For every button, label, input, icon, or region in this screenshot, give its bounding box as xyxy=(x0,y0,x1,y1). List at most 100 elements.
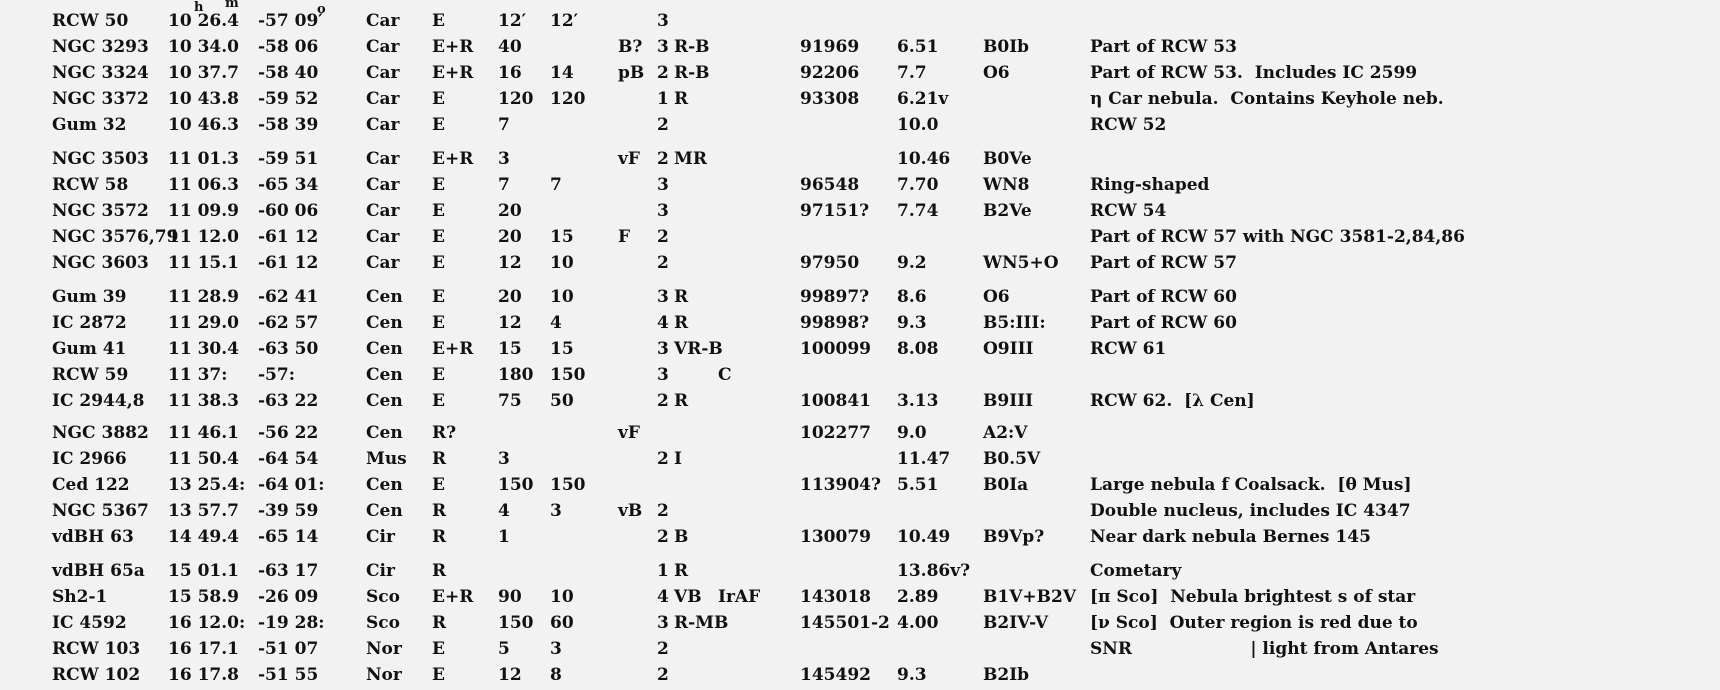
cell-dec: -62 41 xyxy=(258,287,319,307)
cell-ra: 15 58.9 xyxy=(168,587,239,607)
cell-magnitude: 9.2 xyxy=(897,253,927,273)
cell-spectral-type: B0Ia xyxy=(983,475,1029,495)
table-row: Sh2-1 15 58.9 -26 09 Sco E+R 90 10 4 VB IrAF 14301… xyxy=(0,584,1720,610)
cell-constellation: Cir xyxy=(366,527,395,547)
cell-dec: -63 22 xyxy=(258,391,319,411)
cell-type: E xyxy=(432,11,445,31)
cell-magnitude: 7.7 xyxy=(897,63,927,83)
table-row: IC 4592 16 12.0: -19 28: Sco R 150 60 3 R-MB 1455… xyxy=(0,610,1720,636)
cell-constellation: Cen xyxy=(366,313,403,333)
cell-magnitude: 7.70 xyxy=(897,175,939,195)
cell-magnitude: 5.51 xyxy=(897,475,939,495)
cell-constellation: Car xyxy=(366,63,400,83)
cell-type: E+R xyxy=(432,63,474,83)
cell-class: 4 xyxy=(657,587,669,607)
cell-object-name: NGC 3576,79 xyxy=(52,227,179,247)
cell-ra: 11 06.3 xyxy=(168,175,239,195)
cell-notes: [π Sco] Nebula brightest s of star xyxy=(1090,587,1416,607)
cell-dec: -57 09′ xyxy=(258,11,323,31)
cell-type: E xyxy=(432,665,445,685)
cell-type: R xyxy=(432,561,447,581)
table-row: RCW 58 11 06.3 -65 34 Car E 7 7 3 96548 7.70 WN8 Ri… xyxy=(0,172,1720,198)
cell-type: E+R xyxy=(432,587,474,607)
cell-type: R? xyxy=(432,423,457,443)
cell-size-major: 20 xyxy=(498,201,522,221)
cell-ra: 10 37.7 xyxy=(168,63,239,83)
cell-ra: 10 46.3 xyxy=(168,115,239,135)
cell-class: 2 xyxy=(657,665,669,685)
cell-size-major: 120 xyxy=(498,89,534,109)
cell-object-name: Sh2-1 xyxy=(52,587,108,607)
table-row: NGC 3603 11 15.1 -61 12 Car E 12 10 2 97950 9.2 WN… xyxy=(0,250,1720,276)
cell-hd-number: 102277 xyxy=(800,423,871,443)
cell-object-name: IC 2872 xyxy=(52,313,127,333)
cell-notes: Part of RCW 53. Includes IC 2599 xyxy=(1090,63,1418,83)
cell-color: MR xyxy=(674,149,707,169)
cell-object-name: RCW 50 xyxy=(52,11,129,31)
cell-hd-number: 145501-2 xyxy=(800,613,890,633)
cell-brightness: vB xyxy=(618,501,643,521)
cell-size-major: 20 xyxy=(498,287,522,307)
cell-ra: 11 09.9 xyxy=(168,201,239,221)
table-row: NGC 3324 10 37.7 -58 40 Car E+R 16 14 pB 2 R-B 922… xyxy=(0,60,1720,86)
cell-hd-number: 113904? xyxy=(800,475,881,495)
cell-object-name: vdBH 65a xyxy=(52,561,145,581)
cell-notes: RCW 62. [λ Cen] xyxy=(1090,391,1255,411)
cell-constellation: Sco xyxy=(366,587,400,607)
cell-magnitude: 9.3 xyxy=(897,313,927,333)
cell-class: 1 xyxy=(657,89,669,109)
table-row: NGC 3572 11 09.9 -60 06 Car E 20 3 97151? 7.74 B2… xyxy=(0,198,1720,224)
cell-magnitude: 8.08 xyxy=(897,339,939,359)
cell-spectral-type: WN8 xyxy=(983,175,1030,195)
cell-dec: -39 59 xyxy=(258,501,319,521)
cell-constellation: Car xyxy=(366,253,400,273)
cell-size-major: 150 xyxy=(498,613,534,633)
cell-size-major: 7 xyxy=(498,175,510,195)
cell-constellation: Cen xyxy=(366,501,403,521)
cell-size-major: 4 xyxy=(498,501,510,521)
cell-class: 3 xyxy=(657,287,669,307)
cell-class: 2 xyxy=(657,501,669,521)
cell-object-name: NGC 3372 xyxy=(52,89,149,109)
cell-notes: SNR | light from Antares xyxy=(1090,639,1439,659)
cell-spectral-type: A2:V xyxy=(983,423,1028,443)
cell-class: 3 xyxy=(657,175,669,195)
cell-size-major: 3 xyxy=(498,149,510,169)
cell-size-major: 16 xyxy=(498,63,522,83)
cell-constellation: Car xyxy=(366,89,400,109)
cell-type: R xyxy=(432,501,447,521)
cell-class: 3 xyxy=(657,11,669,31)
table-row: vdBH 63 14 49.4 -65 14 Cir R 1 2 B 130079 10.49 B9… xyxy=(0,524,1720,550)
cell-magnitude: 13.86v? xyxy=(897,561,971,581)
cell-hd-number: 100099 xyxy=(800,339,871,359)
table-row: RCW 50 10 26.4 -57 09′ Car E 12′ 12′ 3 xyxy=(0,8,1720,34)
cell-ra: 11 38.3 xyxy=(168,391,239,411)
cell-ra: 13 57.7 xyxy=(168,501,239,521)
cell-dec: -59 52 xyxy=(258,89,319,109)
cell-brightness: B? xyxy=(618,37,643,57)
cell-size-major: 12 xyxy=(498,253,522,273)
cell-class: 2 xyxy=(657,149,669,169)
cell-dec: -63 50 xyxy=(258,339,319,359)
cell-magnitude: 10.46 xyxy=(897,149,951,169)
cell-type: E xyxy=(432,89,445,109)
cell-brightness: vF xyxy=(618,423,640,443)
cell-size-major: 40 xyxy=(498,37,522,57)
cell-class: 2 xyxy=(657,115,669,135)
cell-dec: -58 39 xyxy=(258,115,319,135)
cell-dec: -63 17 xyxy=(258,561,319,581)
cell-ra: 11 37: xyxy=(168,365,228,385)
cell-brightness: pB xyxy=(618,63,645,83)
cell-constellation: Cen xyxy=(366,475,403,495)
cell-class: 2 xyxy=(657,527,669,547)
cell-size-major: 15 xyxy=(498,339,522,359)
cell-class: 3 xyxy=(657,339,669,359)
cell-size-minor: 3 xyxy=(550,639,562,659)
cell-type: E xyxy=(432,365,445,385)
table-row: vdBH 65a 15 01.1 -63 17 Cir R 1 R 13.86v? Cometa… xyxy=(0,558,1720,584)
cell-ra: 11 28.9 xyxy=(168,287,239,307)
cell-size-minor: 60 xyxy=(550,613,574,633)
cell-ra: 13 25.4: xyxy=(168,475,246,495)
cell-hd-number: 145492 xyxy=(800,665,871,685)
cell-type: R xyxy=(432,527,447,547)
